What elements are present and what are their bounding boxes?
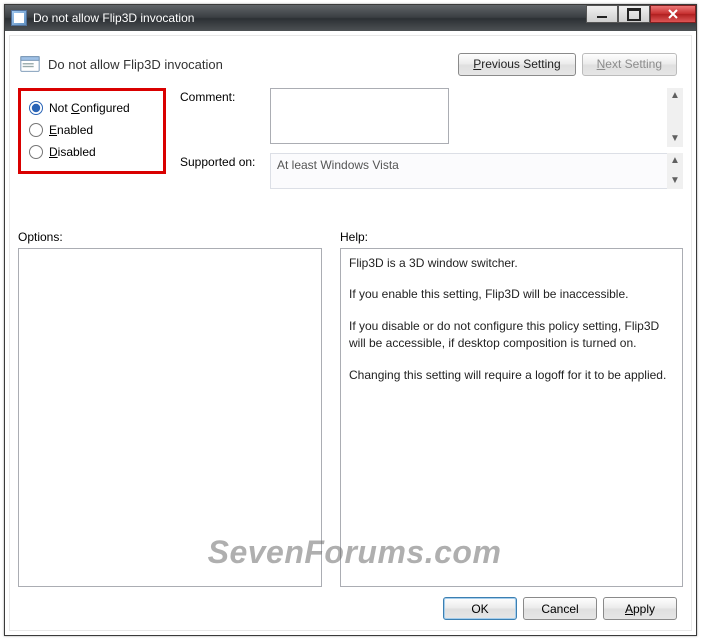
options-column: Options: [18, 230, 322, 587]
supported-box: At least Windows Vista [270, 153, 683, 189]
maximize-button[interactable] [618, 5, 650, 23]
policy-title: Do not allow Flip3D invocation [48, 57, 223, 72]
close-icon [667, 8, 679, 20]
comment-row: Comment: ▲ ▼ [180, 88, 683, 147]
radio-enabled-label: Enabled [49, 123, 93, 137]
supported-row: Supported on: At least Windows Vista ▲ ▼ [180, 153, 683, 189]
comment-scrollbar[interactable]: ▲ ▼ [667, 88, 683, 147]
minimize-button[interactable] [586, 5, 618, 23]
radio-enabled-input[interactable] [29, 123, 43, 137]
help-box: Flip3D is a 3D window switcher. If you e… [340, 248, 683, 587]
top-grid: Not Configured Enabled Disabled Comment: [18, 88, 683, 218]
radio-disabled-input[interactable] [29, 145, 43, 159]
header-row: Do not allow Flip3D invocation Previous … [18, 42, 683, 86]
scroll-down-icon[interactable]: ▼ [667, 131, 683, 147]
panels-row: Options: Help: Flip3D is a 3D window swi… [18, 230, 683, 587]
dialog-footer: OK Cancel Apply [18, 587, 683, 624]
help-label: Help: [340, 230, 683, 244]
help-paragraph: If you disable or do not configure this … [349, 318, 674, 353]
comment-label: Comment: [180, 88, 270, 104]
supported-label: Supported on: [180, 153, 270, 169]
fields-column: Comment: ▲ ▼ Supported on: At least Wind… [180, 88, 683, 195]
client-area: Do not allow Flip3D invocation Previous … [9, 35, 692, 631]
titlebar[interactable]: Do not allow Flip3D invocation [5, 5, 696, 31]
window-controls [586, 5, 696, 31]
radio-not-configured-input[interactable] [29, 101, 43, 115]
help-column: Help: Flip3D is a 3D window switcher. If… [340, 230, 683, 587]
policy-icon [18, 52, 42, 76]
radio-disabled-label: Disabled [49, 145, 96, 159]
close-button[interactable] [650, 5, 696, 23]
radio-enabled[interactable]: Enabled [25, 119, 157, 141]
app-icon [11, 10, 27, 26]
comment-textarea[interactable] [270, 88, 449, 144]
supported-value: At least Windows Vista [277, 158, 399, 172]
window-title: Do not allow Flip3D invocation [33, 11, 194, 25]
apply-button[interactable]: Apply [603, 597, 677, 620]
next-setting-button[interactable]: Next Setting [582, 53, 677, 76]
radio-not-configured[interactable]: Not Configured [25, 97, 157, 119]
radio-disabled[interactable]: Disabled [25, 141, 157, 163]
nav-buttons: Previous Setting Next Setting [458, 53, 683, 76]
previous-setting-button[interactable]: Previous Setting [458, 53, 575, 76]
supported-scrollbar[interactable]: ▲ ▼ [667, 153, 683, 189]
scroll-up-icon[interactable]: ▲ [667, 153, 683, 169]
scroll-down-icon[interactable]: ▼ [667, 173, 683, 189]
help-paragraph: If you enable this setting, Flip3D will … [349, 286, 674, 303]
cancel-button[interactable]: Cancel [523, 597, 597, 620]
options-label: Options: [18, 230, 322, 244]
help-paragraph: Changing this setting will require a log… [349, 367, 674, 384]
scroll-up-icon[interactable]: ▲ [667, 88, 683, 104]
options-box [18, 248, 322, 587]
help-paragraph: Flip3D is a 3D window switcher. [349, 255, 674, 272]
radio-not-configured-label: Not Configured [49, 101, 130, 115]
state-radio-group: Not Configured Enabled Disabled [18, 88, 166, 174]
ok-button[interactable]: OK [443, 597, 517, 620]
dialog-window: Do not allow Flip3D invocation Do not al… [4, 4, 697, 636]
